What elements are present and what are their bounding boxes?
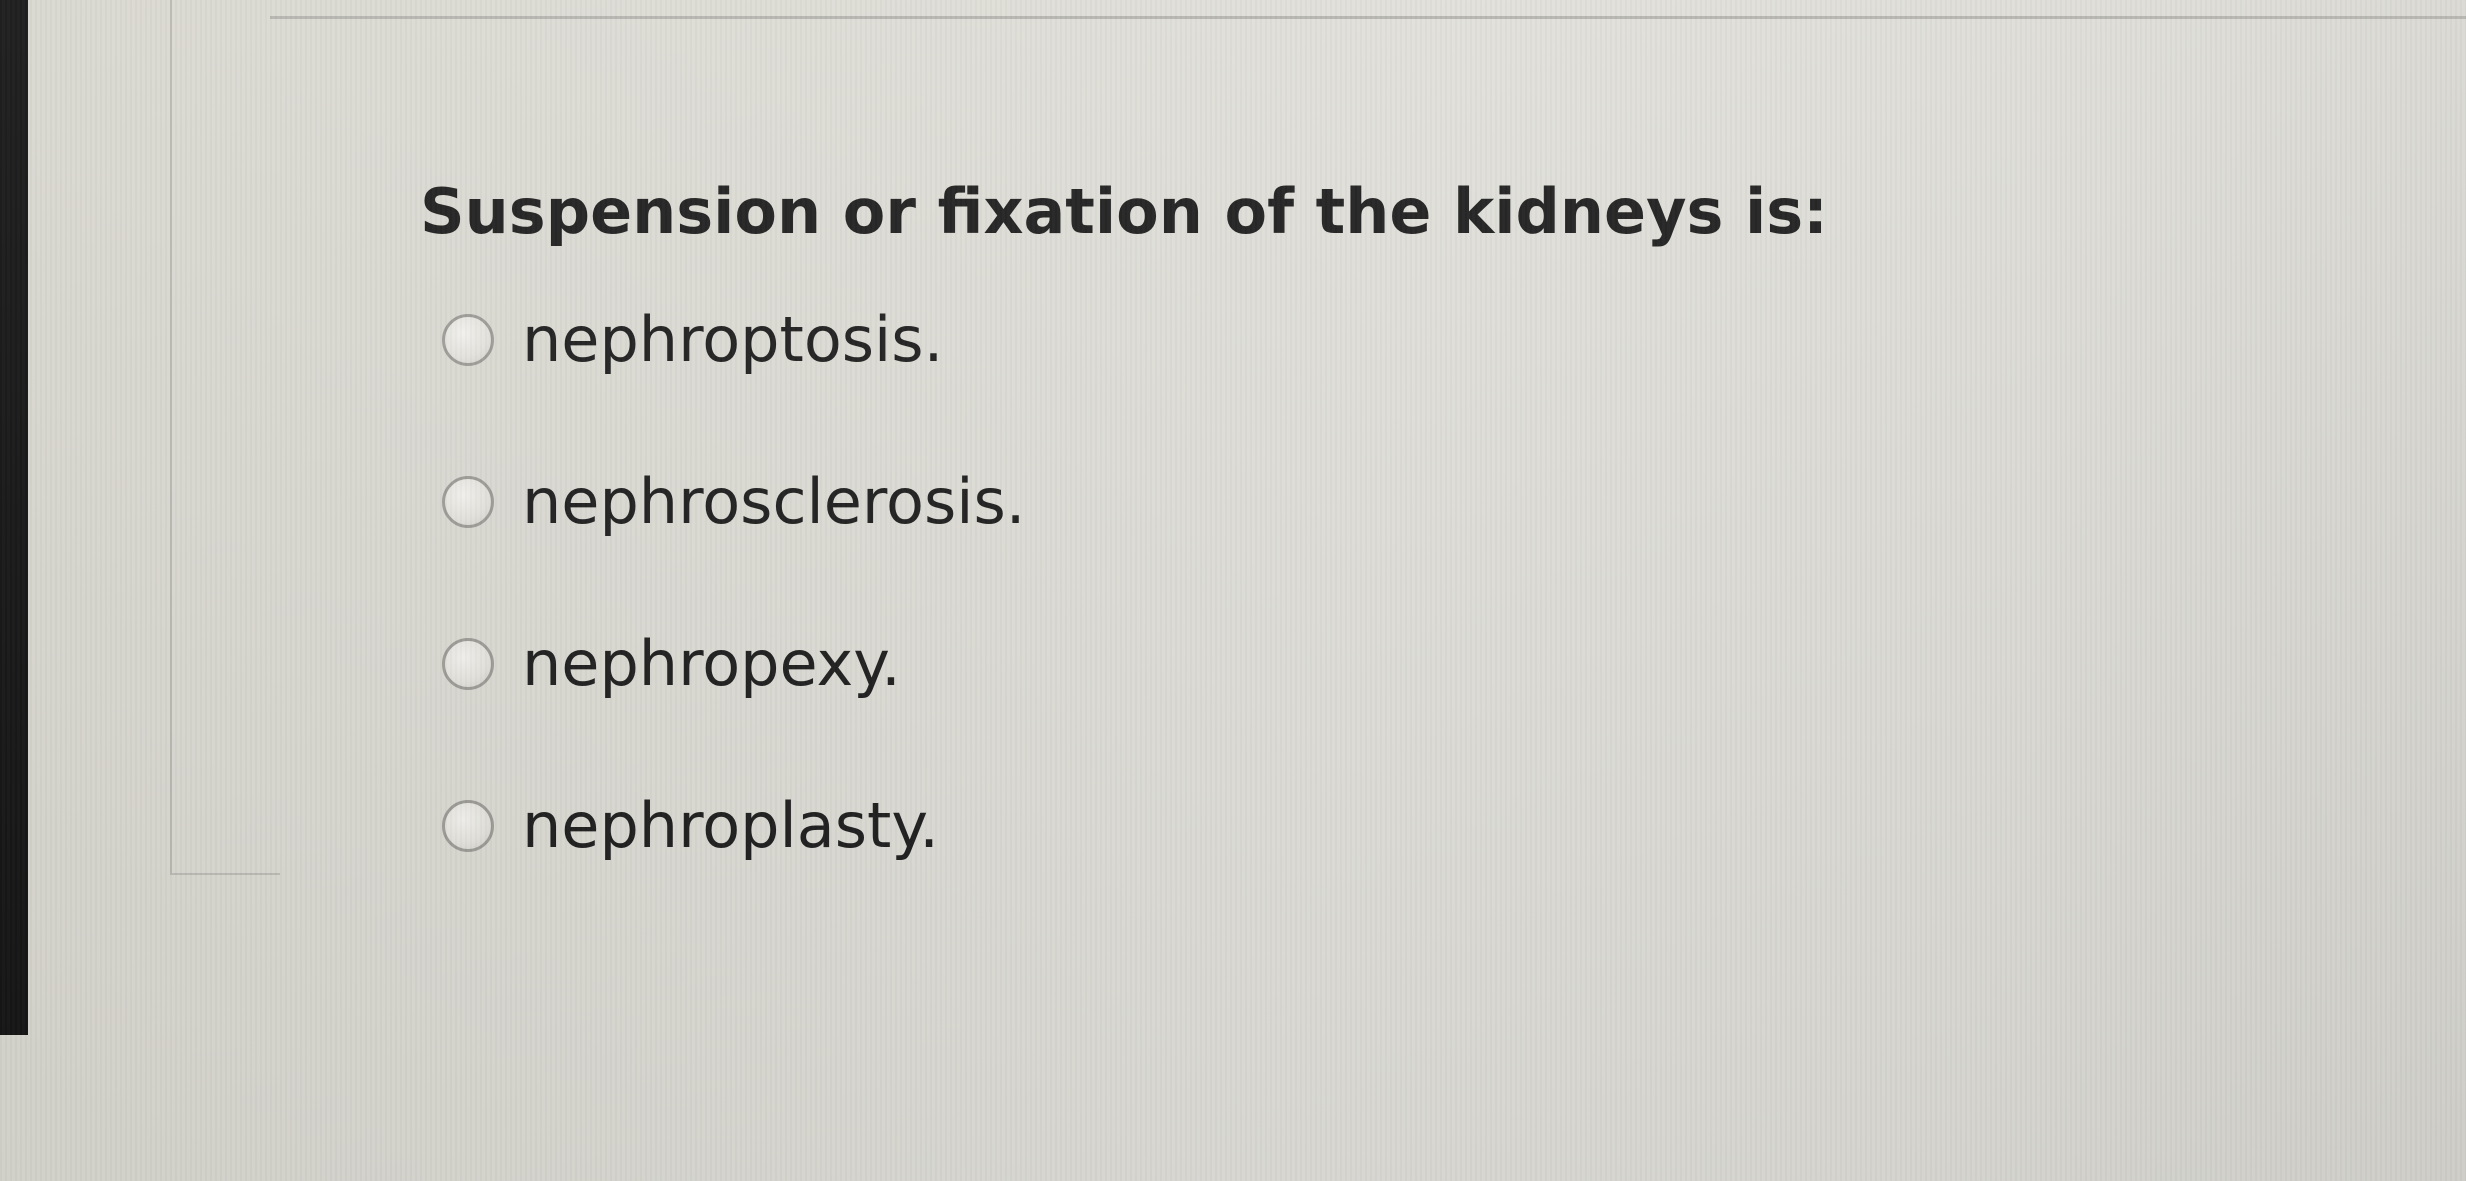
radio-button[interactable] — [442, 314, 494, 366]
panel-left-border — [170, 0, 172, 875]
answer-option[interactable]: nephrosclerosis. — [420, 452, 2320, 552]
radio-button[interactable] — [442, 800, 494, 852]
answer-option[interactable]: nephroptosis. — [420, 290, 2320, 390]
answer-option-label: nephropexy. — [522, 627, 901, 700]
question-text: Suspension or fixation of the kidneys is… — [420, 175, 1828, 248]
monitor-bezel — [0, 0, 28, 1035]
answer-option-label: nephroptosis. — [522, 303, 944, 376]
radio-button[interactable] — [442, 638, 494, 690]
answer-option-label: nephrosclerosis. — [522, 465, 1026, 538]
question-panel: Suspension or fixation of the kidneys is… — [420, 170, 2320, 938]
answer-option[interactable]: nephropexy. — [420, 614, 2320, 714]
radio-button[interactable] — [442, 476, 494, 528]
answer-option[interactable]: nephroplasty. — [420, 776, 2320, 876]
answer-options: nephroptosis. nephrosclerosis. nephropex… — [420, 290, 2320, 876]
top-divider — [270, 0, 2466, 19]
panel-bottom-border — [170, 873, 280, 875]
answer-option-label: nephroplasty. — [522, 789, 939, 862]
